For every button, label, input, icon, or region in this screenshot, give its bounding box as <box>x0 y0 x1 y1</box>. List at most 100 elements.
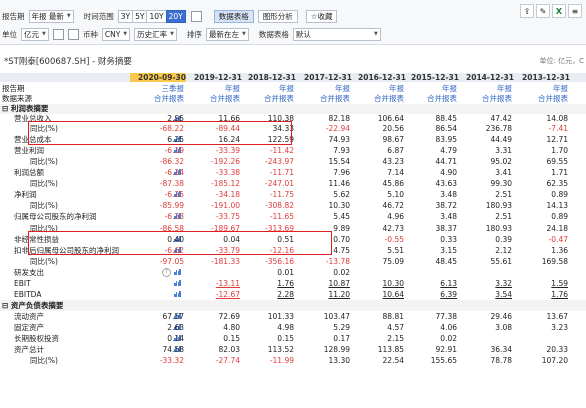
row-label: EBITDA <box>14 290 42 299</box>
table-cell: 3.15 <box>440 246 457 255</box>
table-cell: 1.36 <box>551 246 568 255</box>
column-header[interactable]: 2015-12-31 <box>403 73 459 82</box>
table-cell: 113.85 <box>377 345 404 354</box>
help-icon[interactable]: ? <box>162 268 171 277</box>
percent-icon[interactable] <box>67 28 79 40</box>
table-cell[interactable]: 3.32 <box>462 278 512 289</box>
column-header[interactable]: 2014-12-31 <box>458 73 514 82</box>
table-cell: 年报 <box>279 84 294 93</box>
excel-icon[interactable]: X <box>552 4 566 18</box>
menu-icon[interactable]: ≡ <box>568 4 582 18</box>
table-cell: 0.89 <box>551 190 568 199</box>
mini-chart-icon[interactable] <box>174 280 181 286</box>
table-cell: 合并报表 <box>482 94 512 103</box>
table-cell: -33.32 <box>159 356 184 365</box>
table-row: 资产总计 74.58 82.03 113.52 128.99 113.85 92.91 36.… <box>0 344 586 355</box>
column-header[interactable]: 2017-12-31 <box>296 73 352 82</box>
row-label: 研发支出 <box>14 268 44 277</box>
tab-data-table[interactable]: 数据表格 <box>213 9 254 23</box>
currency-value: CNY <box>104 29 121 39</box>
mini-chart-icon[interactable] <box>174 291 181 297</box>
table-cell: 5.29 <box>333 323 350 332</box>
table-cell[interactable]: -13.11 <box>190 278 240 289</box>
table-cell: -356.16 <box>265 257 294 266</box>
table-cell: 236.78 <box>485 124 512 133</box>
table-cell[interactable]: 10.87 <box>300 278 350 289</box>
table-value: 默认 <box>295 29 311 39</box>
time-range-5y[interactable]: 5Y <box>132 9 148 23</box>
table-cell: 62.35 <box>546 179 568 188</box>
table-cell[interactable]: 6.39 <box>407 289 457 300</box>
chevron-down-icon: ▼ <box>242 31 246 37</box>
table-row: 净利润 -6.25 -34.18 -11.75 5.62 5.10 3.48 2.51 0.89 <box>0 189 586 200</box>
table-cell[interactable]: 1.59 <box>518 278 568 289</box>
unit-select[interactable]: 亿元 ▼ <box>21 27 49 41</box>
sort-value: 最新在左 <box>209 29 240 39</box>
table-cell[interactable]: 10.64 <box>354 289 404 300</box>
table-cell: 44.71 <box>435 157 457 166</box>
table-cell[interactable]: 2.28 <box>244 289 294 300</box>
table-cell: 38.72 <box>435 201 457 210</box>
favorite-button[interactable]: ☆收藏 <box>305 9 338 23</box>
export-icon[interactable]: ⇪ <box>520 4 534 18</box>
table-cell: 74.93 <box>328 135 350 144</box>
table-row: EBIT -13.11 1.76 10.87 10.30 6.13 3.32 1.59 <box>0 278 586 289</box>
column-header[interactable]: 2016-12-31 <box>350 73 406 82</box>
table-cell[interactable]: 1.76 <box>518 289 568 300</box>
chevron-down-icon: ▼ <box>66 13 71 19</box>
table-cell: 14.13 <box>546 201 568 210</box>
tab-chart-analysis[interactable]: 图形分析 <box>257 9 298 23</box>
table-cell: -191.00 <box>211 201 240 210</box>
table-cell[interactable]: 11.20 <box>300 289 350 300</box>
row-label: 同比(%) <box>30 356 58 365</box>
table-cell: 128.99 <box>323 345 350 354</box>
time-range-10y[interactable]: 10Y <box>146 9 167 23</box>
time-range-3y[interactable]: 3Y <box>117 9 134 23</box>
time-range-20y[interactable]: 20Y <box>165 9 186 23</box>
table-row: 长期股权投资 0.14 0.15 0.15 0.17 2.15 0.02 <box>0 333 586 344</box>
table-cell: -33.75 <box>215 212 240 221</box>
sort-select[interactable]: 最新在左 ▼ <box>206 27 249 41</box>
rate-select[interactable]: 历史汇率 ▼ <box>134 27 178 41</box>
table-cell: 14.08 <box>546 114 568 123</box>
table-cell: -11.99 <box>269 356 294 365</box>
note-icon[interactable]: ✎ <box>536 4 550 18</box>
table-cell[interactable]: 10.30 <box>354 278 404 289</box>
grid-icon[interactable] <box>52 28 64 40</box>
table-cell: 年报 <box>225 84 240 93</box>
table-cell[interactable]: 6.13 <box>407 278 457 289</box>
table-cell: 78.78 <box>490 356 512 365</box>
row-label: 归属母公司股东的净利润 <box>14 212 97 221</box>
column-header[interactable]: 2013-12-31 <box>514 73 570 82</box>
table-cell: 155.65 <box>430 356 457 365</box>
column-header[interactable]: 2019-12-31 <box>186 73 242 82</box>
time-range-label: 时间范围 <box>83 11 114 21</box>
table-cell: 5.62 <box>333 190 350 199</box>
table-cell: 44.49 <box>490 135 512 144</box>
table-row: 报告期 三季报 年报 年报 年报 年报 年报 年报 年报 <box>0 84 586 94</box>
table-cell: 5.51 <box>387 246 404 255</box>
row-label: 利润总额 <box>14 168 44 177</box>
table-cell[interactable]: 3.54 <box>462 289 512 300</box>
row-label: 同比(%) <box>30 157 58 166</box>
period-select[interactable]: 年报 最新 ▼ <box>28 9 74 23</box>
section-title[interactable]: ⊟ 利润表摘要 <box>2 104 48 114</box>
table-cell: 22.54 <box>382 356 404 365</box>
mini-chart-icon[interactable] <box>174 269 181 275</box>
table-cell: 合并报表 <box>374 94 404 103</box>
table-cell[interactable]: -12.67 <box>190 289 240 300</box>
section-title[interactable]: ⊟ 资产负债表摘要 <box>2 300 63 311</box>
table-cell: -34.18 <box>215 190 240 199</box>
sort-label: 排序 <box>187 29 203 39</box>
calendar-icon[interactable] <box>190 10 202 22</box>
column-header[interactable]: 2020-09-30 <box>130 73 186 82</box>
table-cell: -7.41 <box>548 124 568 133</box>
table-cell: -0.55 <box>384 235 404 244</box>
column-header[interactable]: 2018-12-31 <box>240 73 296 82</box>
table-cell: -11.75 <box>269 190 294 199</box>
row-label: EBIT <box>14 279 31 288</box>
table-cell[interactable]: 1.76 <box>244 278 294 289</box>
unit-label: 单位 <box>2 29 17 39</box>
currency-select[interactable]: CNY ▼ <box>101 27 131 41</box>
table-select[interactable]: 默认 ▼ <box>292 27 381 41</box>
